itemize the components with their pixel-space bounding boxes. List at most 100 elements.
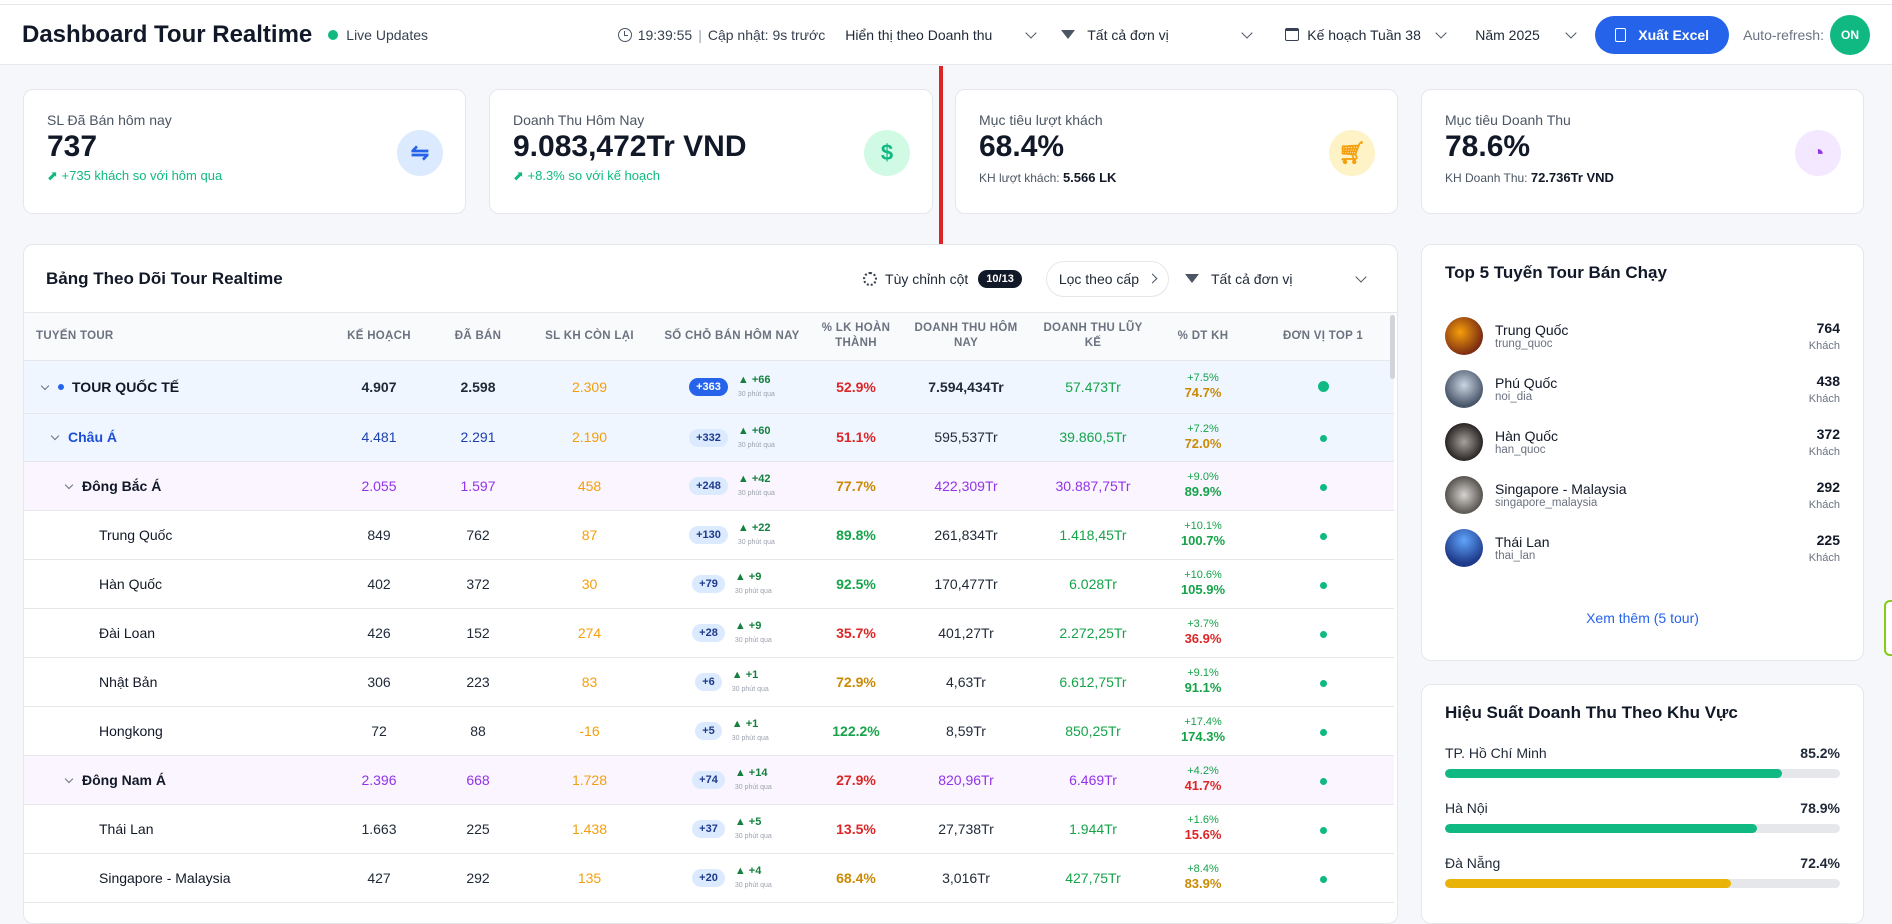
region-performance-panel: Hiệu Suất Doanh Thu Theo Khu Vực TP. Hồ …	[1421, 684, 1864, 924]
clock-display: 19:39:55 | Cập nhật: 9s trước	[617, 26, 826, 43]
table-row[interactable]: Đài Loan 426 152 274 +28 ▲ +9 30 phút qua 35.7%…	[24, 608, 1394, 658]
today-seats-cell: +20 ▲ +4 30 phút qua	[652, 853, 812, 903]
revenue-cumulative-cell: 57.473Tr	[1032, 360, 1154, 414]
filter-level-label: Lọc theo cấp	[1058, 270, 1139, 287]
col-header[interactable]: ĐƠN VỊ TOP 1	[1252, 313, 1394, 361]
revenue-cumulative-cell: 1.944Tr	[1032, 804, 1154, 854]
revenue-plan-pct-cell: +7.2% 72.0%	[1154, 413, 1252, 462]
kpi-plan: KH Doanh Thu: 72.736Tr VND	[1445, 170, 1840, 185]
table-row[interactable]: Thái Lan 1.663 225 1.438 +37 ▲ +5 30 phút qua 1…	[24, 804, 1394, 854]
top5-value: 225	[1816, 531, 1840, 548]
autorefresh-toggle[interactable]: ON	[1830, 14, 1870, 55]
table-row[interactable]: Trung Quốc 849 762 87 +130 ▲ +22 30 phút qua 89…	[24, 510, 1394, 560]
chevron-right-icon	[1147, 273, 1158, 284]
chevron-down-icon[interactable]	[50, 431, 60, 441]
revenue-plan-pct-cell: +3.7% 36.9%	[1154, 608, 1252, 658]
plan-select[interactable]: Kế hoạch Tuần 38	[1275, 15, 1456, 54]
revenue-cumulative-cell: 6.612,75Tr	[1032, 657, 1154, 707]
seats-delta-period: 30 phút qua	[734, 882, 772, 889]
year-select[interactable]: Năm 2025	[1465, 15, 1586, 54]
chevron-down-icon[interactable]	[64, 480, 74, 489]
tour-name-cell: Trung Quốc	[24, 510, 329, 560]
chevron-down-icon[interactable]	[40, 381, 50, 390]
chevron-down-icon[interactable]	[64, 774, 74, 783]
top5-item[interactable]: Singapore - Malaysia singapore_malaysia 29…	[1445, 468, 1840, 521]
col-header[interactable]: SL KH CÒN LẠI	[527, 313, 652, 361]
clock-icon	[617, 27, 632, 42]
top5-item[interactable]: Thái Lan thai_lan 225 Khách	[1445, 521, 1840, 574]
table-unit-value: Tất cả đơn vị	[1211, 270, 1293, 287]
revenue-plan-delta: +1.6%	[1187, 814, 1219, 826]
table-row[interactable]: Châu Á 4.481 2.291 2.190 +332 ▲ +60 30 phút qu…	[24, 413, 1394, 462]
region-progress-track	[1445, 879, 1840, 888]
seats-delta-period: 30 phút qua	[734, 833, 772, 840]
table-row[interactable]: Đông Nam Á 2.396 668 1.728 +74 ▲ +14 30 phút q…	[24, 755, 1394, 805]
col-header[interactable]: DOANH THU HÔM NAY	[900, 313, 1032, 361]
tour-name-cell: Nhật Bản	[24, 657, 329, 707]
seats-delta: ▲ +66	[737, 374, 771, 386]
kpi-trend-text: +8.3% so với kế hoạch	[527, 168, 660, 183]
kpi-plan-label: KH lượt khách:	[979, 171, 1060, 185]
col-header[interactable]: TUYẾN TOUR	[24, 313, 329, 361]
revenue-cumulative-cell: 2.272,25Tr	[1032, 608, 1154, 658]
status-dot-icon	[1319, 826, 1327, 834]
tour-name-cell: Đông Nam Á	[24, 755, 329, 805]
plan-cell: 849	[329, 510, 429, 560]
today-seats-badge: +5	[695, 722, 722, 741]
revenue-plan-pct: 41.7%	[1184, 778, 1222, 793]
top5-item[interactable]: Trung Quốc trung_quoc 764 Khách	[1445, 309, 1840, 362]
side-widget-tab[interactable]	[1884, 600, 1892, 656]
revenue-plan-pct: 74.7%	[1184, 385, 1222, 400]
seats-delta-period: 30 phút qua	[734, 637, 772, 644]
chevron-down-icon	[1241, 26, 1253, 39]
filter-level-button[interactable]: Lọc theo cấp	[1045, 260, 1169, 297]
remaining-cell: 458	[527, 461, 652, 511]
col-header[interactable]: KẾ HOẠCH	[329, 313, 429, 361]
tour-name-cell: Hàn Quốc	[24, 559, 329, 609]
table-row[interactable]: Hongkong 72 88 -16 +5 ▲ +1 30 phút qua 122.2% 8,…	[24, 706, 1394, 756]
table-row[interactable]: Đông Bắc Á 2.055 1.597 458 +248 ▲ +42 30 phút …	[24, 461, 1394, 511]
table-row[interactable]: Singapore - Malaysia 427 292 135 +20 ▲ +4 30 p…	[24, 853, 1394, 903]
kpi-plan-label: KH Doanh Thu:	[1445, 171, 1528, 185]
completion-pct-cell: 68.4%	[812, 853, 900, 903]
revenue-plan-delta: +10.1%	[1184, 520, 1222, 532]
today-seats-cell: +248 ▲ +42 30 phút qua	[652, 461, 812, 511]
col-header[interactable]: DOANH THU LŨY KẾ	[1032, 313, 1154, 361]
table-row[interactable]: Nhật Bản 306 223 83 +6 ▲ +1 30 phút qua 72.9% 4,…	[24, 657, 1394, 707]
remaining-cell: 1.728	[527, 755, 652, 805]
revenue-plan-delta: +10.6%	[1184, 569, 1222, 581]
top5-code: noi_dia	[1495, 390, 1533, 403]
col-header[interactable]: % LK HOÀN THÀNH	[812, 313, 900, 361]
seats-delta: ▲ +1	[731, 669, 759, 681]
table-unit-select[interactable]: Tất cả đơn vị	[1175, 259, 1375, 298]
top5-code: singapore_malaysia	[1495, 496, 1598, 509]
export-excel-button[interactable]: Xuất Excel	[1595, 15, 1730, 54]
region-progress-fill	[1445, 769, 1782, 778]
col-header[interactable]: ĐÃ BÁN	[429, 313, 527, 361]
tour-name: Nhật Bản	[99, 673, 158, 690]
col-header[interactable]: SỐ CHỖ BÁN HÔM NAY	[652, 313, 812, 361]
region-title: Hiệu Suất Doanh Thu Theo Khu Vực	[1445, 703, 1738, 722]
export-label: Xuất Excel	[1638, 26, 1710, 43]
tour-name: Đông Bắc Á	[82, 477, 162, 494]
revenue-today-cell: 401,27Tr	[900, 608, 1032, 658]
table-scrollbar[interactable]	[1390, 315, 1395, 379]
customize-columns-button[interactable]: Tùy chỉnh cột 10/13	[851, 261, 1034, 297]
kpi-card-revenue: Doanh Thu Hôm Nay 9.083,472Tr VND ⬈ +8.3…	[489, 89, 933, 214]
seats-delta-period: 30 phút qua	[737, 539, 775, 546]
top5-item[interactable]: Hàn Quốc han_quoc 372 Khách	[1445, 415, 1840, 468]
updated-text: Cập nhật: 9s trước	[707, 26, 826, 43]
revenue-cumulative-cell: 6.469Tr	[1032, 755, 1154, 805]
tour-name: Thái Lan	[99, 820, 154, 837]
unit-select[interactable]: Tất cả đơn vị	[1051, 15, 1262, 54]
top5-name: Thái Lan	[1495, 533, 1550, 550]
completion-pct-cell: 92.5%	[812, 559, 900, 609]
display-mode-select[interactable]: Hiển thị theo Doanh thu	[835, 15, 1046, 54]
table-row[interactable]: Hàn Quốc 402 372 30 +79▲ +9 30 phút qua 92.5% 1…	[24, 559, 1394, 609]
top5-value: 372	[1816, 425, 1840, 442]
table-row[interactable]: TOUR QUỐC TẾ 4.907 2.598 2.309 +363 ▲ +66 30 p…	[24, 360, 1394, 414]
top5-item[interactable]: Phú Quốc noi_dia 438 Khách	[1445, 362, 1840, 415]
revenue-plan-pct-cell: +10.1% 100.7%	[1154, 510, 1252, 560]
col-header[interactable]: % DT KH	[1154, 313, 1252, 361]
see-more-link[interactable]: Xem thêm (5 tour)	[1445, 610, 1840, 626]
